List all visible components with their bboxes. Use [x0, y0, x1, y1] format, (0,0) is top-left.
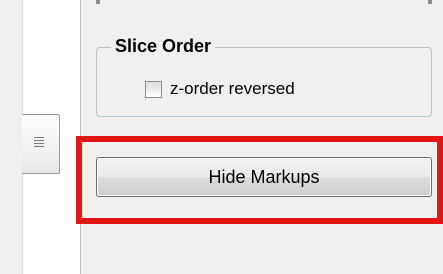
hide-markups-button[interactable]: Hide Markups: [96, 157, 432, 197]
z-order-reversed-label[interactable]: z-order reversed: [170, 78, 295, 100]
side-panel-tab[interactable]: [22, 114, 60, 174]
z-order-reversed-checkbox[interactable]: [145, 81, 162, 98]
slice-order-title: Slice Order: [111, 35, 216, 57]
top-border-mark: [428, 0, 432, 4]
top-border-mark: [96, 0, 100, 4]
left-dock-strip: [0, 0, 23, 274]
hamburger-lines-icon: [34, 137, 44, 147]
